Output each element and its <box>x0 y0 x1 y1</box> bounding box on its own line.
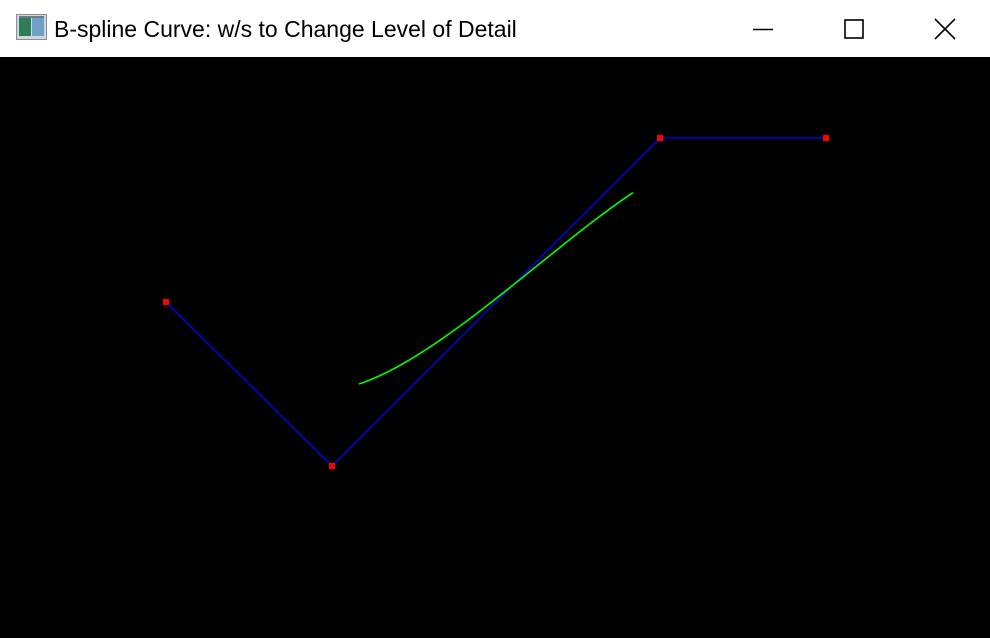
control-point[interactable] <box>329 463 335 469</box>
close-icon <box>934 17 956 40</box>
control-polygon-segment <box>331 137 661 467</box>
maximize-icon <box>844 18 864 39</box>
control-point[interactable] <box>657 135 663 141</box>
render-canvas[interactable] <box>0 57 990 638</box>
control-polygon <box>165 137 826 467</box>
window-title: B-spline Curve: w/s to Change Level of D… <box>54 16 517 42</box>
maximize-button[interactable] <box>808 0 900 57</box>
bspline-curve-path <box>358 192 634 385</box>
control-point[interactable] <box>823 135 829 141</box>
title-bar[interactable]: B-spline Curve: w/s to Change Level of D… <box>0 0 990 57</box>
control-point[interactable] <box>163 299 169 305</box>
control-polygon-segment <box>165 301 333 467</box>
minimize-button[interactable] <box>717 0 809 57</box>
app-window-icon[interactable] <box>16 14 47 40</box>
minimize-icon <box>753 28 773 30</box>
bspline-curve <box>358 192 634 385</box>
close-button[interactable] <box>900 0 990 57</box>
app-window: B-spline Curve: w/s to Change Level of D… <box>0 0 990 638</box>
bspline-scene <box>163 135 829 469</box>
